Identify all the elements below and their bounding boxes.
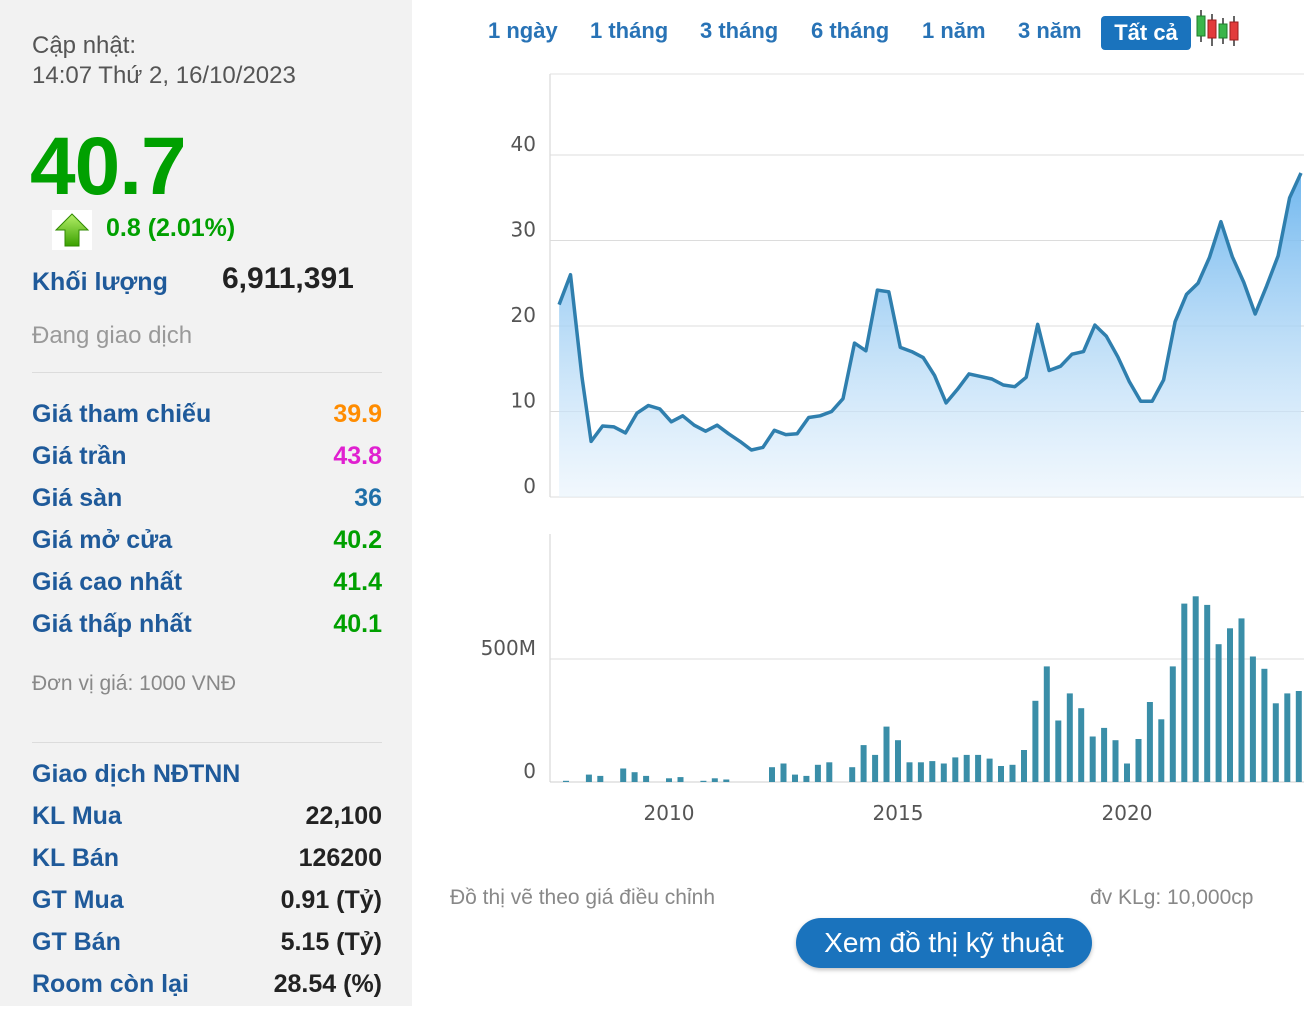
x-tick-label: 2010 (644, 801, 695, 825)
x-tick-label: 2020 (1102, 801, 1153, 825)
tab-1-year[interactable]: 1 năm (922, 18, 986, 44)
volume-bar (1032, 700, 1039, 782)
volume-bar (1249, 656, 1256, 782)
volume-bar (1158, 719, 1165, 782)
volume-bar (1089, 736, 1096, 782)
chart-note-volume-unit: đv KLg: 10,000cp (1090, 886, 1254, 909)
volume-bar (1066, 693, 1073, 782)
tab-1-month[interactable]: 1 tháng (590, 18, 668, 44)
volume-bar (883, 726, 890, 782)
volume-tick-label: 0 (523, 759, 536, 783)
x-tick-label: 2015 (873, 801, 924, 825)
volume-bar (620, 768, 627, 782)
price-area-fill (559, 173, 1301, 497)
volume-bar (917, 762, 924, 782)
volume-bar (814, 764, 821, 782)
volume-bar (677, 777, 684, 782)
volume-bar (940, 763, 947, 782)
tab-3-months[interactable]: 3 tháng (700, 18, 778, 44)
chart-note-adjusted: Đồ thị vẽ theo giá điều chỉnh (450, 886, 716, 909)
volume-bar (929, 761, 936, 782)
volume-bar (1169, 666, 1176, 782)
volume-bar (666, 778, 672, 782)
volume-bar (1204, 604, 1211, 782)
volume-bar (700, 780, 707, 782)
volume-bar (780, 763, 787, 782)
price-tick-label: 20 (511, 303, 536, 327)
volume-bar (711, 778, 718, 782)
volume-bar (1112, 740, 1119, 782)
volume-bar (723, 779, 730, 782)
volume-bar (1009, 764, 1016, 782)
volume-tick-label: 500M (481, 636, 536, 660)
volume-bar (792, 774, 798, 782)
tab-3-years[interactable]: 3 năm (1018, 18, 1082, 44)
volume-bar (1055, 720, 1062, 782)
volume-bar (975, 754, 982, 782)
volume-bar (1043, 666, 1050, 782)
volume-bar (1295, 691, 1302, 782)
volume-bar (952, 757, 959, 782)
tab-all[interactable]: Tất cả (1101, 16, 1191, 50)
price-volume-chart: 0 10 20 30 40 500M 0 2010 2015 2020 (481, 73, 1304, 825)
volume-bar (872, 754, 879, 782)
volume-bar (826, 762, 833, 782)
volume-bar (1135, 739, 1142, 782)
price-tick-label: 0 (523, 474, 536, 498)
volume-bar (1238, 618, 1245, 782)
volume-bar (1215, 644, 1222, 782)
volume-bar (643, 775, 650, 782)
volume-bar (1101, 727, 1108, 782)
volume-bar (1227, 628, 1233, 783)
volume-bar (860, 745, 867, 782)
volume-bar (986, 758, 993, 782)
volume-bar (1272, 703, 1279, 782)
volume-bar (803, 775, 810, 782)
price-tick-label: 40 (511, 132, 536, 156)
volume-bar (849, 767, 856, 782)
volume-bar (631, 772, 638, 782)
volume-bar (1284, 693, 1291, 782)
candlestick-chart-icon[interactable] (1195, 8, 1239, 48)
volume-bar (906, 762, 913, 782)
technical-chart-button[interactable]: Xem đồ thị kỹ thuật (796, 918, 1092, 968)
volume-bar (1124, 763, 1130, 782)
volume-bar (1192, 596, 1199, 782)
volume-bar (1021, 750, 1027, 782)
volume-bar (597, 775, 604, 782)
tab-1-day[interactable]: 1 ngày (488, 18, 558, 44)
volume-bar (1261, 668, 1268, 782)
price-tick-label: 10 (511, 389, 536, 413)
volume-bar (998, 766, 1004, 782)
volume-bar (1181, 603, 1188, 782)
volume-bar (585, 774, 592, 782)
volume-bar (1146, 702, 1153, 782)
volume-bar (1078, 708, 1085, 782)
volume-bar (563, 780, 569, 782)
tab-6-months[interactable]: 6 tháng (811, 18, 889, 44)
volume-bar (963, 754, 970, 782)
volume-bar (769, 767, 775, 782)
volume-bar (895, 740, 901, 782)
price-tick-label: 30 (511, 218, 536, 242)
